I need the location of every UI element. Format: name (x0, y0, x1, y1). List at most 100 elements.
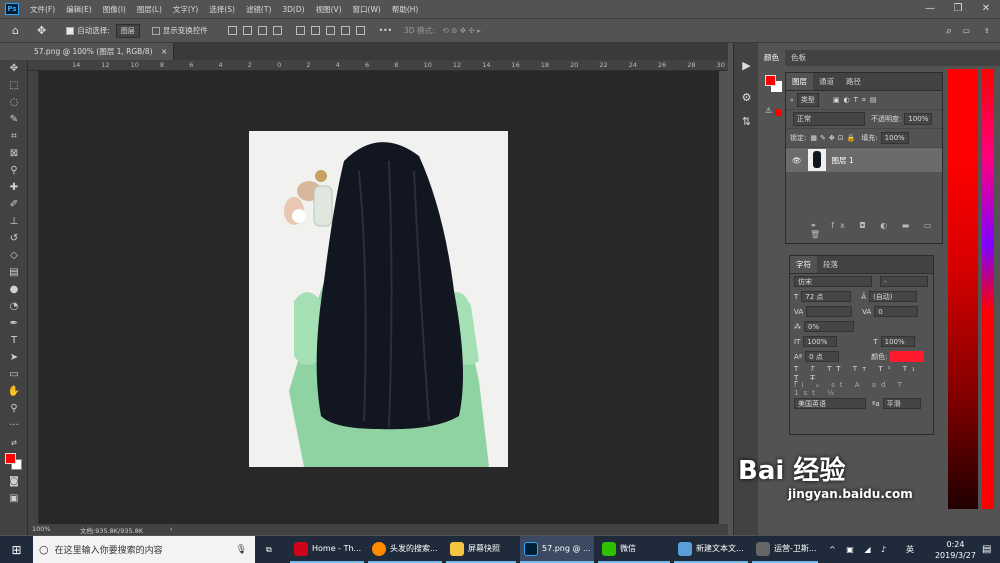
menu-type[interactable]: 文字(Y) (173, 4, 198, 15)
taskbar-search[interactable]: ○ 在这里输入你要搜索的内容 🎙 (33, 536, 255, 563)
distribute-right-icon[interactable] (355, 26, 365, 35)
taskbar-item-firefox[interactable]: 头发的搜索... (368, 536, 442, 563)
close-tab-icon[interactable]: × (161, 47, 167, 56)
hand-tool-icon[interactable]: ✋ (0, 383, 28, 400)
distribute-icon[interactable] (295, 26, 305, 35)
zoom-level[interactable]: 100% (32, 525, 51, 533)
tab-character[interactable]: 字符 (790, 256, 817, 273)
system-tray-icons[interactable]: ^ ▣ ◢ ♪ (825, 536, 890, 563)
type-style-buttons[interactable]: T 𝑇 TT Tᴛ T¹ T₁ T̲ T̶ (790, 365, 933, 382)
minimize-icon[interactable]: — (916, 0, 944, 18)
align-right-icon[interactable] (257, 26, 267, 35)
antialias-dropdown[interactable]: 平滑 (882, 398, 921, 409)
adjustments-icon[interactable]: ⚙ (734, 85, 759, 109)
menu-view[interactable]: 视图(V) (316, 4, 342, 15)
tab-color[interactable]: 颜色 (758, 50, 785, 66)
3d-tools-icon[interactable]: ⟲ ⊛ ✥ ✣ ▸ (442, 26, 480, 35)
quick-select-tool-icon[interactable]: ✎ (0, 111, 28, 128)
menu-window[interactable]: 窗口(W) (353, 4, 381, 15)
restore-icon[interactable]: ❐ (944, 0, 972, 18)
menu-select[interactable]: 选择(S) (209, 4, 235, 15)
gradient-tool-icon[interactable]: ▤ (0, 264, 28, 281)
stamp-tool-icon[interactable]: ⊥ (0, 213, 28, 230)
blend-mode-dropdown[interactable]: 正常 (793, 112, 865, 126)
canvas-area[interactable] (39, 71, 719, 524)
type-tool-icon[interactable]: T (0, 332, 28, 349)
notification-icon[interactable]: ▤ (978, 536, 991, 563)
hue-slider[interactable] (982, 69, 994, 509)
task-view-icon[interactable]: ⧉ (262, 536, 286, 563)
fill-field[interactable]: 100% (880, 132, 909, 144)
menu-3d[interactable]: 3D(D) (282, 5, 304, 14)
opacity-field[interactable]: 100% (904, 113, 933, 125)
healing-tool-icon[interactable]: ✚ (0, 179, 28, 196)
color-field[interactable] (948, 69, 978, 509)
tab-layers[interactable]: 图层 (786, 73, 813, 90)
status-menu-arrow-icon[interactable]: › (170, 525, 173, 533)
align-center-icon[interactable] (242, 26, 252, 35)
pen-tool-icon[interactable]: ✒ (0, 315, 28, 332)
visibility-eye-icon[interactable]: 👁 (792, 156, 802, 165)
eyedropper-tool-icon[interactable]: ⚲ (0, 162, 28, 179)
taskbar-item-netease[interactable]: Home - Th... (290, 536, 364, 563)
blur-tool-icon[interactable]: ● (0, 281, 28, 298)
properties-icon[interactable]: ⇅ (734, 109, 759, 133)
auto-select-dropdown[interactable]: 图层 (115, 23, 140, 38)
more-options-icon[interactable]: ••• (379, 26, 392, 35)
lock-icons[interactable]: ▦✎✥⊡🔒 (810, 134, 858, 142)
ime-indicator[interactable]: 英 (902, 536, 914, 563)
tab-channels[interactable]: 通道 (813, 73, 840, 90)
tab-swatches[interactable]: 色板 (785, 50, 812, 66)
distribute-bottom-icon[interactable] (325, 26, 335, 35)
layer-filter-dropdown[interactable]: 类型 (796, 93, 819, 107)
menu-filter[interactable]: 滤镜(T) (246, 4, 271, 15)
layer-actions-icons[interactable]: ⚭ fx ◘ ◐ ▬ ▭ 🗑 (810, 221, 942, 239)
font-family-dropdown[interactable]: 仿宋 (794, 276, 872, 287)
eraser-tool-icon[interactable]: ◇ (0, 247, 28, 264)
horizontal-scale-field[interactable]: 100% (880, 336, 915, 347)
swap-colors-icon[interactable]: ⇄ (0, 434, 28, 451)
workspace-icon[interactable]: ▭ (963, 26, 970, 35)
history-brush-icon[interactable]: ↺ (0, 230, 28, 247)
auto-select-checkbox[interactable]: 自动选择: (66, 25, 110, 36)
move-tool-icon[interactable]: ✥ (37, 24, 46, 37)
search-icon[interactable]: ⌕ (946, 24, 952, 38)
lasso-tool-icon[interactable]: ◌ (0, 94, 28, 111)
play-action-icon[interactable]: ▶ (734, 53, 759, 77)
align-left-icon[interactable] (227, 26, 237, 35)
windows-start-icon[interactable]: ⊞ (0, 536, 33, 563)
taskbar-item-other[interactable]: 运营-卫斯... (752, 536, 818, 563)
panel-foreground-swatch[interactable] (765, 75, 776, 86)
proportional-spacing-field[interactable]: 0% (804, 321, 854, 332)
crop-tool-icon[interactable]: ⌗ (0, 128, 28, 145)
gamut-color-swatch[interactable] (775, 109, 782, 116)
tracking-field[interactable]: 0 (874, 306, 919, 317)
taskbar-item-folder[interactable]: 屏幕快照 (446, 536, 516, 563)
zoom-tool-icon[interactable]: ⚲ (0, 400, 28, 417)
language-dropdown[interactable]: 美国英语 (794, 398, 866, 409)
distribute-middle-icon[interactable] (310, 26, 320, 35)
taskbar-clock[interactable]: 0:24 2019/3/27 (935, 539, 976, 561)
layer-name[interactable]: 图层 1 (832, 155, 854, 166)
vertical-scale-field[interactable]: 100% (803, 336, 838, 347)
baseline-shift-field[interactable]: 0 点 (805, 351, 840, 362)
menu-file[interactable]: 文件(F) (30, 4, 55, 15)
document-tab[interactable]: 57.png @ 100% (图层 1, RGB/8) × (28, 43, 175, 60)
align-top-icon[interactable] (272, 26, 282, 35)
edit-toolbar-icon[interactable]: ··· (0, 417, 28, 434)
tab-paths[interactable]: 路径 (840, 73, 867, 90)
font-style-dropdown[interactable]: - (880, 276, 928, 287)
layer-row[interactable]: 👁 图层 1 (786, 148, 942, 172)
taskbar-item-wechat[interactable]: 微信 (598, 536, 670, 563)
font-size-field[interactable]: 72 点 (801, 291, 852, 302)
menu-image[interactable]: 图像(I) (103, 4, 126, 15)
frame-tool-icon[interactable]: ⊠ (0, 145, 28, 162)
menu-layer[interactable]: 图层(L) (137, 4, 162, 15)
brush-tool-icon[interactable]: ✐ (0, 196, 28, 213)
filter-type-icons[interactable]: ▣◐T⌗▤ (833, 96, 881, 105)
tab-paragraph[interactable]: 段落 (817, 256, 844, 273)
home-icon[interactable]: ⌂ (12, 24, 19, 37)
taskbar-item-photoshop[interactable]: 57.png @ ... (520, 536, 594, 563)
dodge-tool-icon[interactable]: ◔ (0, 298, 28, 315)
distribute-left-icon[interactable] (340, 26, 350, 35)
